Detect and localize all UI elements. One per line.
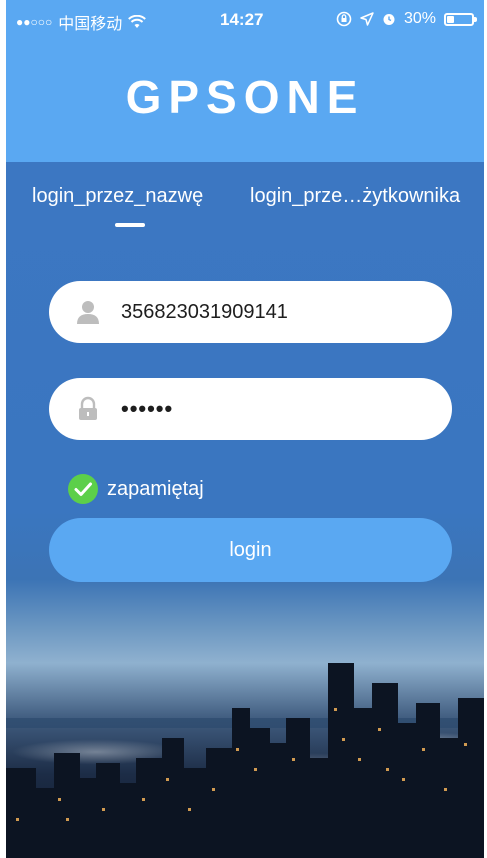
status-time: 14:27 <box>220 10 264 29</box>
battery-icon <box>444 12 477 26</box>
tab-login-by-name[interactable]: login_przez_nazwę <box>32 185 203 208</box>
password-input[interactable]: •••••• <box>121 396 421 422</box>
active-tab-indicator <box>115 223 145 227</box>
login-button[interactable]: login <box>49 518 452 582</box>
battery-fill <box>447 15 455 23</box>
carrier-name: 中国移动 <box>58 16 123 33</box>
location-arrow-icon <box>360 12 374 26</box>
app-title: GPSONE <box>125 71 365 123</box>
status-left: ●●○○○ 中国移动 <box>16 10 147 34</box>
signal-icon: ●●○○○ <box>16 15 53 29</box>
app-screen: ●●○○○ 中国移动 14:27 30% GPSONE login_przez_… <box>6 0 484 858</box>
check-circle-icon[interactable] <box>67 473 99 505</box>
battery-percent: 30% <box>403 10 436 27</box>
login-tabs: login_przez_nazwę login_prze…żytkownika <box>6 185 484 235</box>
username-input[interactable] <box>121 300 421 324</box>
lock-icon <box>75 396 101 422</box>
city-background <box>6 162 484 858</box>
header: ●●○○○ 中国移动 14:27 30% GPSONE <box>6 0 484 162</box>
orientation-lock-icon <box>336 11 352 27</box>
remember-me-checkbox[interactable]: zapamiętaj <box>67 473 204 505</box>
status-bar: ●●○○○ 中国移动 14:27 30% <box>6 0 484 40</box>
alarm-icon <box>383 14 395 25</box>
user-icon <box>75 299 101 325</box>
status-right: 30% <box>336 10 477 28</box>
city-skyline-image <box>6 663 484 858</box>
password-field[interactable]: •••••• <box>49 378 452 440</box>
remember-me-label: zapamiętaj <box>107 477 204 500</box>
wifi-icon <box>128 15 147 28</box>
username-field[interactable] <box>49 281 452 343</box>
tab-login-by-user[interactable]: login_prze…żytkownika <box>250 185 460 208</box>
